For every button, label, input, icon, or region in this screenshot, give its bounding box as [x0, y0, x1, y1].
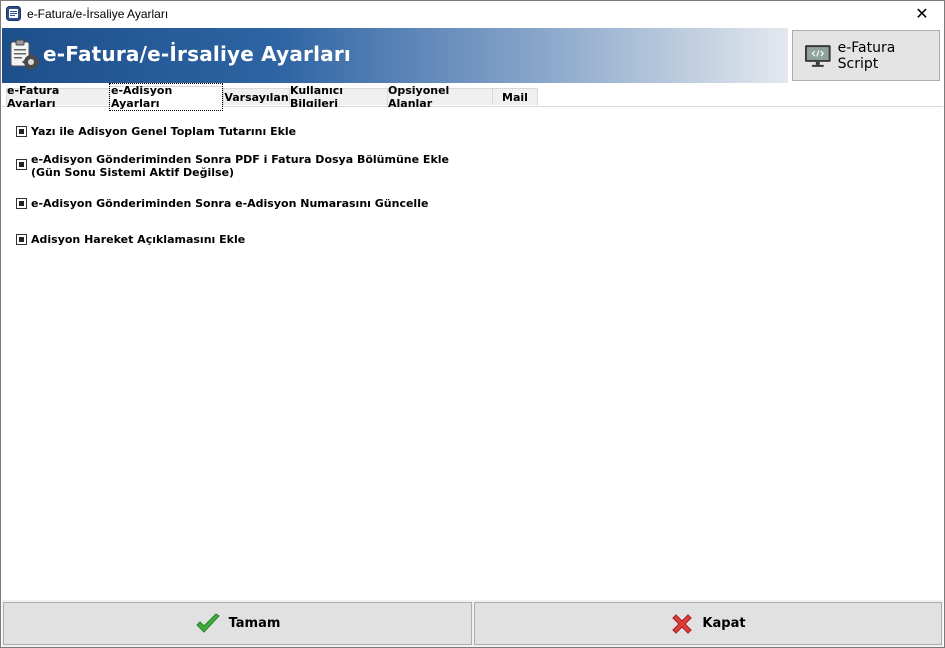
option-label: e-Adisyon Gönderiminden Sonra e-Adisyon …	[31, 197, 429, 210]
option-label: e-Adisyon Gönderiminden Sonra PDF i Fatu…	[31, 153, 449, 166]
option-pdf-dosya-ekle[interactable]: e-Adisyon Gönderiminden Sonra PDF i Fatu…	[16, 153, 449, 179]
close-icon: ✕	[915, 6, 929, 23]
tamam-button[interactable]: Tamam	[3, 602, 472, 645]
page-title: e-Fatura/e-İrsaliye Ayarları	[43, 42, 351, 66]
tab-mail[interactable]: Mail	[492, 88, 538, 105]
tab-efatura-ayarlari[interactable]: e-Fatura Ayarları	[6, 84, 110, 110]
tab-opsiyonel-alanlar[interactable]: Opsiyonel Alanlar	[387, 84, 493, 110]
kapat-label: Kapat	[702, 616, 746, 631]
option-checkbox[interactable]	[16, 234, 27, 245]
clipboard-gear-icon	[10, 39, 40, 71]
tab-label: Mail	[502, 90, 528, 104]
title-bar[interactable]: e-Fatura/e-İrsaliye Ayarları ✕	[1, 1, 944, 27]
tab-varsayilan[interactable]: Varsayılan	[223, 88, 290, 105]
option-label: Yazı ile Adisyon Genel Toplam Tutarını E…	[31, 125, 297, 138]
form-app-icon	[6, 6, 21, 21]
option-numara-guncelle[interactable]: e-Adisyon Gönderiminden Sonra e-Adisyon …	[16, 197, 428, 210]
tamam-label: Tamam	[228, 616, 281, 631]
tab-kullanici-bilgileri[interactable]: Kullanıcı Bilgileri	[289, 84, 388, 110]
tab-strip: e-Fatura Ayarları e-Adisyon Ayarları Var…	[2, 83, 943, 111]
efatura-script-label: e-Fatura Script	[837, 39, 896, 72]
option-hareket-aciklama[interactable]: Adisyon Hareket Açıklamasını Ekle	[16, 233, 245, 246]
close-window-button[interactable]: ✕	[900, 1, 944, 27]
footer-bar: Tamam Kapat	[2, 600, 943, 647]
tab-content-eadisyon: Yazı ile Adisyon Genel Toplam Tutarını E…	[2, 107, 943, 600]
option-checkbox[interactable]	[16, 159, 27, 170]
monitor-code-icon	[804, 44, 831, 67]
option-checkbox[interactable]	[16, 126, 27, 137]
option-label-note: (Gün Sonu Sistemi Aktif Değilse)	[31, 166, 235, 179]
tab-label: e-Adisyon Ayarları	[109, 83, 223, 111]
option-yazi-ile-toplam[interactable]: Yazı ile Adisyon Genel Toplam Tutarını E…	[16, 125, 296, 138]
option-label: Adisyon Hareket Açıklamasını Ekle	[31, 233, 246, 246]
header-banner: e-Fatura/e-İrsaliye Ayarları	[2, 28, 788, 83]
kapat-button[interactable]: Kapat	[474, 602, 942, 645]
tab-label: Varsayılan	[224, 90, 289, 104]
red-x-icon	[672, 613, 693, 634]
tab-eadisyon-ayarlari[interactable]: e-Adisyon Ayarları	[109, 83, 223, 111]
window-title: e-Fatura/e-İrsaliye Ayarları	[27, 7, 169, 21]
option-checkbox[interactable]	[16, 198, 27, 209]
efatura-script-button[interactable]: e-Fatura Script	[792, 30, 940, 81]
green-check-icon	[195, 612, 220, 633]
settings-window: e-Fatura/e-İrsaliye Ayarları ✕ e-Fatura/…	[0, 0, 945, 648]
